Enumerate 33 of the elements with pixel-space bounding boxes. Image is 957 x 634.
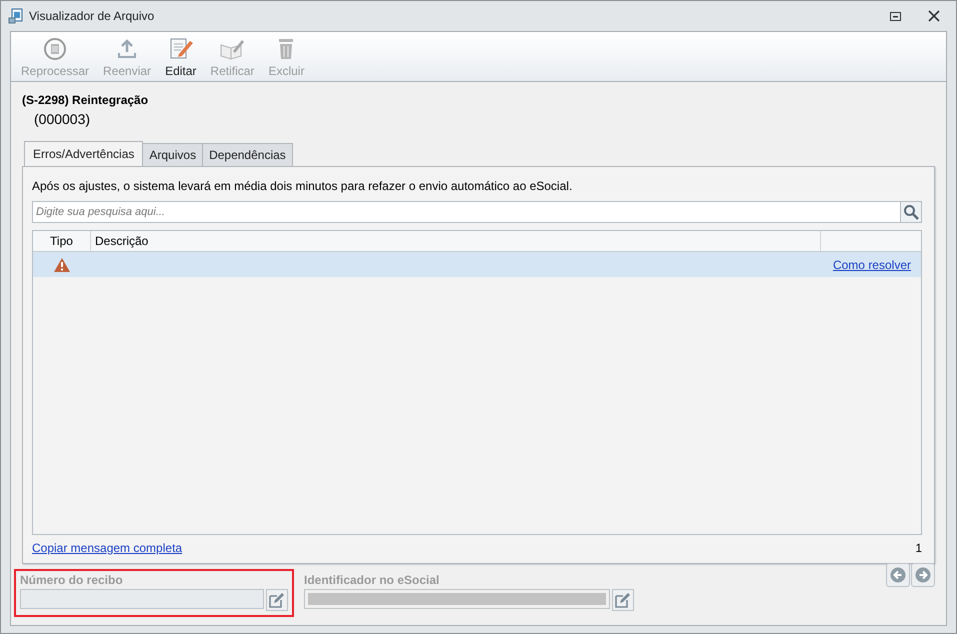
table-row[interactable]: Como resolver: [33, 252, 921, 277]
search-icon: [903, 204, 919, 220]
search-field[interactable]: Digite sua pesquisa aqui...: [32, 201, 900, 223]
edit-button[interactable]: [266, 589, 288, 611]
toolbar-button[interactable]: Editar: [161, 35, 200, 78]
restore-icon: [890, 12, 900, 20]
copy-message-link[interactable]: Copiar mensagem completa: [32, 541, 182, 555]
tab[interactable]: Arquivos: [142, 143, 204, 166]
warning-icon: [53, 256, 71, 272]
field-label: Identificador no eSocial: [304, 573, 440, 587]
previous-button[interactable]: [886, 563, 910, 587]
search-button[interactable]: [900, 201, 922, 223]
column-header: Descrição: [91, 231, 821, 251]
next-button[interactable]: [911, 563, 935, 587]
calculator-icon: [43, 37, 68, 61]
column-header: Tipo: [33, 231, 91, 251]
close-icon: [928, 10, 940, 22]
open-book-icon: [219, 37, 246, 61]
edit-button[interactable]: [612, 589, 634, 611]
tab[interactable]: Erros/Advertências: [24, 141, 144, 166]
resolve-link[interactable]: Como resolver: [832, 258, 911, 272]
receipt-field[interactable]: [20, 589, 264, 609]
info-message: Após os ajustes, o sistema levará em média dois minutos para refazer o envio automático ao eSocial.: [32, 179, 574, 193]
document-icon: [8, 8, 24, 24]
tab[interactable]: Dependências: [202, 143, 293, 166]
receipt-field[interactable]: [304, 589, 610, 609]
window-title: Visualizador de Arquivo: [29, 9, 154, 23]
event-code: (000003): [34, 111, 92, 127]
edit-icon: [615, 592, 631, 608]
item-count: 1: [915, 541, 922, 555]
field-label: Número do recibo: [20, 573, 124, 587]
edit-icon: [269, 592, 285, 608]
event-title: (S-2298) Reintegração: [22, 93, 150, 107]
